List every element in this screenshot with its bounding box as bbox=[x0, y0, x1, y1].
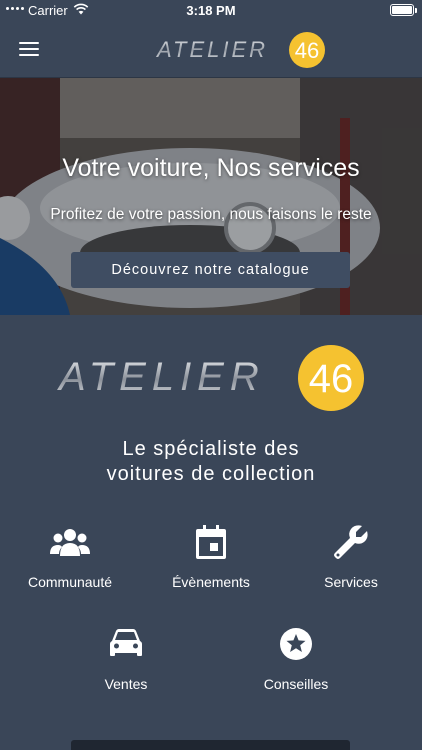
car-icon bbox=[110, 629, 142, 656]
bottom-panel-edge bbox=[71, 740, 350, 750]
feature-services[interactable]: Services bbox=[291, 522, 411, 590]
wrench-icon bbox=[334, 525, 368, 559]
group-icon bbox=[50, 529, 90, 556]
logo-text: ATELIER bbox=[155, 37, 268, 62]
feature-ventes[interactable]: Ventes bbox=[66, 624, 186, 692]
feature-communaute[interactable]: Communauté bbox=[10, 522, 130, 590]
atelier46-logo: ATELIER 46 bbox=[155, 32, 325, 68]
feature-label: Ventes bbox=[104, 676, 148, 692]
main-logo-text: ATELIER bbox=[57, 355, 265, 399]
feature-conseilles[interactable]: Conseilles bbox=[236, 624, 356, 692]
hamburger-menu-icon[interactable] bbox=[19, 42, 39, 58]
star-badge-icon bbox=[280, 628, 312, 660]
atelier46-main-logo: ATELIER 46 bbox=[57, 345, 364, 411]
feature-label: Services bbox=[324, 574, 378, 590]
status-bar: Carrier 3:18 PM bbox=[0, 0, 422, 22]
nav-bar: ATELIER 46 bbox=[0, 22, 422, 78]
status-time: 3:18 PM bbox=[186, 3, 236, 18]
feature-label: Conseilles bbox=[263, 676, 329, 692]
hero-banner: Votre voiture, Nos services Profitez de … bbox=[0, 78, 422, 315]
catalogue-button[interactable]: Découvrez notre catalogue bbox=[71, 252, 350, 288]
battery-icon bbox=[390, 4, 417, 16]
tagline: Le spécialiste des voitures de collectio… bbox=[0, 437, 422, 487]
feature-label: Communauté bbox=[27, 574, 113, 590]
main-logo-number: 46 bbox=[309, 357, 354, 401]
calendar-icon bbox=[196, 525, 226, 559]
hero-subtitle: Profitez de votre passion, nous faisons … bbox=[50, 206, 372, 223]
logo-number: 46 bbox=[295, 38, 319, 63]
tagline-line-1: Le spécialiste des bbox=[122, 438, 300, 460]
hero-title: Votre voiture, Nos services bbox=[62, 154, 360, 182]
feature-evenements[interactable]: Évènements bbox=[151, 522, 271, 590]
tagline-line-2: voitures de collection bbox=[106, 463, 316, 485]
feature-label: Évènements bbox=[172, 574, 250, 590]
